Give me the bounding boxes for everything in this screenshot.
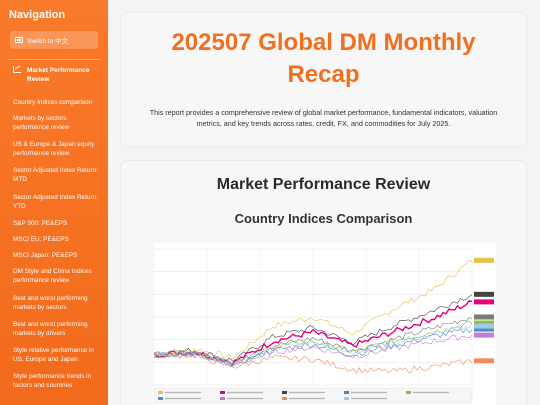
chart-legend-swatch <box>158 397 163 400</box>
chart-legend-text-placeholder <box>227 397 263 400</box>
section-title: Market Performance Review <box>216 176 431 193</box>
chart-legend-swatch <box>344 391 349 394</box>
chart-legend-swatch <box>282 397 287 400</box>
report-description: This report provides a comprehensive rev… <box>149 108 498 128</box>
sidebar-item-label: Market Performance Review <box>27 67 90 83</box>
chart-svg: 2019202020212022202320242025 <box>154 243 496 405</box>
sidebar-nav-list: Country Indices comparison Markets by se… <box>13 98 103 398</box>
sidebar-item[interactable]: MSCI EU: PE&EPS <box>13 235 103 251</box>
chart-end-label <box>474 257 494 263</box>
language-switch-button[interactable]: Switch to 中文 <box>10 31 98 49</box>
report-header-card: 202507 Global DM Monthly Recap This repo… <box>121 13 526 146</box>
sidebar-item[interactable]: US & Europe & Japan equity performance r… <box>13 140 103 166</box>
chart-legend-swatch <box>220 397 225 400</box>
sidebar-item[interactable]: Style performance trends in factors and … <box>13 372 103 398</box>
chart-legend-text-placeholder <box>165 397 201 400</box>
sidebar-item[interactable]: S&P 500: PE&EPS <box>13 219 103 235</box>
chart-legend-text-placeholder <box>351 397 387 400</box>
chart-end-label <box>474 332 494 338</box>
chart-legend-swatch <box>406 391 411 394</box>
sidebar-item[interactable]: DM Style and China Indices performance r… <box>13 267 103 294</box>
chart-legend-text-placeholder <box>165 391 201 394</box>
sidebar: Navigation Switch to 中文 Market Performan… <box>0 0 108 405</box>
chart-end-label <box>474 299 494 305</box>
sidebar-title: Navigation <box>9 9 66 21</box>
chart-legend-swatch <box>220 391 225 394</box>
chart-legend-text-placeholder <box>289 397 325 400</box>
chart-end-label <box>474 358 494 364</box>
sidebar-item[interactable]: Best and worst performing markets by dri… <box>13 320 103 346</box>
line-chart-icon <box>13 66 21 73</box>
chart-legend-text-placeholder <box>351 391 387 394</box>
chart-end-label <box>474 323 494 329</box>
sidebar-item[interactable]: Sector Adjusted Index Return: MTD <box>13 166 103 193</box>
chart-legend-text-placeholder <box>413 391 449 394</box>
language-switch-label: Switch to 中文 <box>27 38 69 45</box>
chart-legend-swatch <box>158 391 163 394</box>
chart-end-label <box>474 291 494 297</box>
language-icon <box>15 37 23 43</box>
sidebar-item[interactable]: Country Indices comparison <box>13 98 103 114</box>
sidebar-item[interactable]: MSCI Japan: PE&EPS <box>13 251 103 267</box>
sidebar-item[interactable]: Markets by sectors performance review <box>13 114 103 140</box>
chart-end-label <box>474 314 494 320</box>
sidebar-item-market-performance-review[interactable]: Market Performance Review <box>13 66 101 84</box>
chart-title: Country Indices Comparison <box>234 211 413 226</box>
chart-legend-swatch <box>344 397 349 400</box>
market-performance-card: Market Performance Review Country Indice… <box>121 161 526 405</box>
chart-legend-text-placeholder <box>289 391 325 394</box>
chart-legend-text-placeholder <box>227 391 263 394</box>
sidebar-divider <box>8 59 100 60</box>
country-indices-chart: 2019202020212022202320242025 <box>154 243 496 405</box>
chart-legend <box>154 387 473 404</box>
sidebar-item[interactable]: Style relative performance in US, Europe… <box>13 346 103 372</box>
sidebar-item[interactable]: Best and worst performing markets by sec… <box>13 294 103 320</box>
chart-legend-swatch <box>282 391 287 394</box>
sidebar-item[interactable]: Sector Adjusted Index Return: YTD <box>13 193 103 219</box>
page-title: 202507 Global DM Monthly Recap <box>171 29 476 88</box>
